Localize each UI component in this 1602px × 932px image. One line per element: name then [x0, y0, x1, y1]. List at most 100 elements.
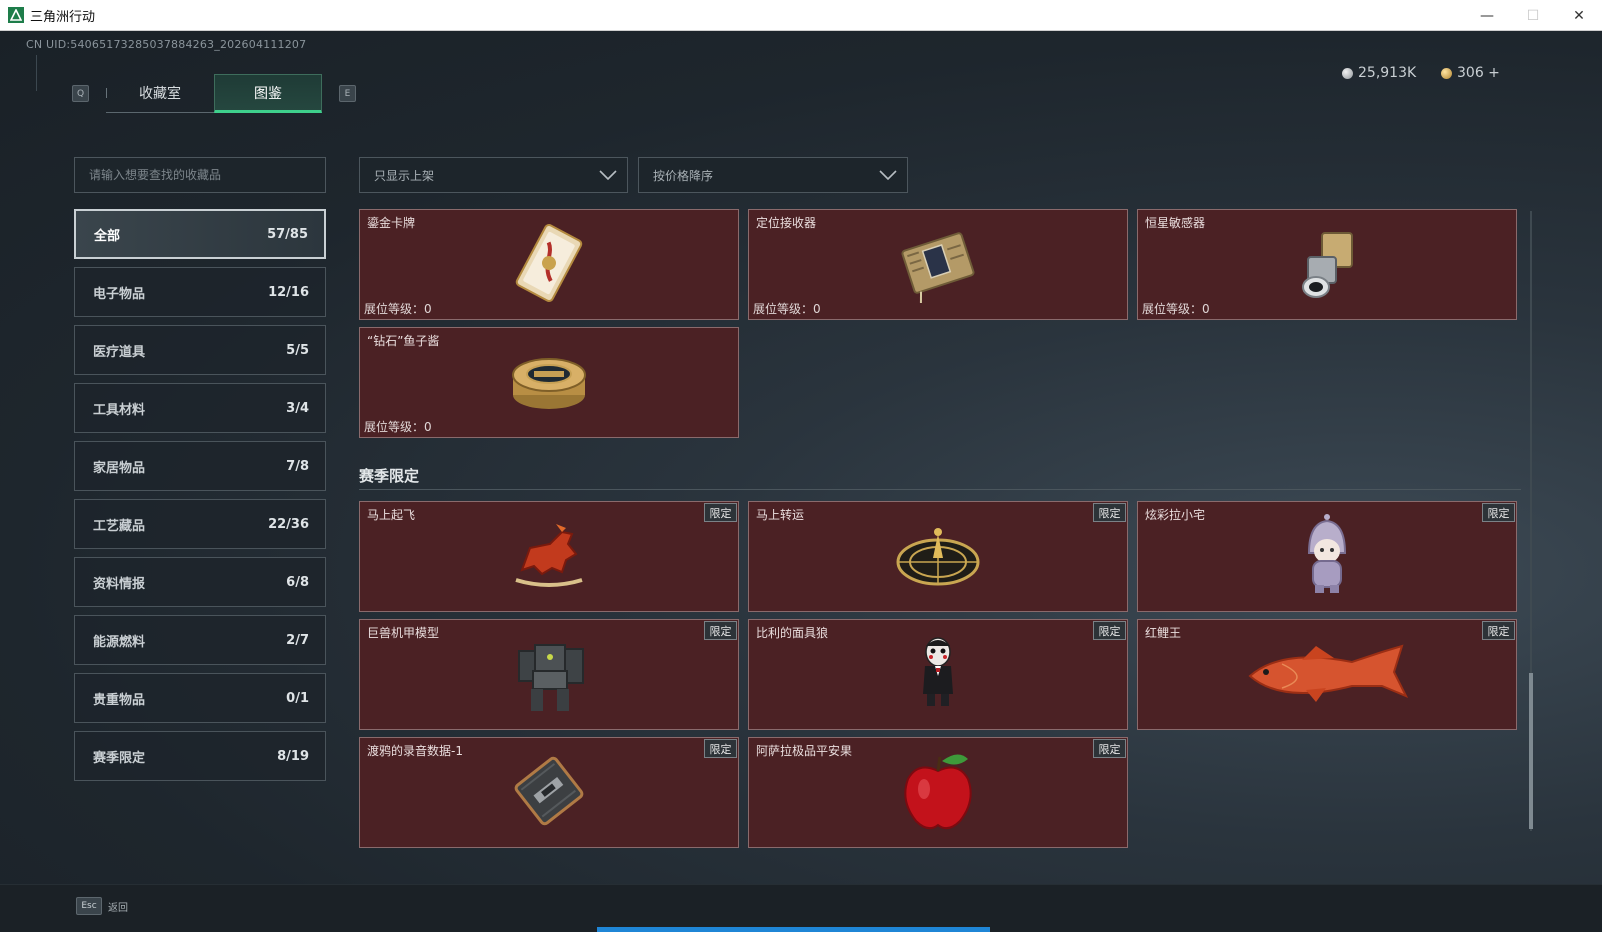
season-item-card[interactable]: 马上起飞 限定: [359, 501, 739, 612]
item-name: 恒星敏感器: [1145, 216, 1206, 230]
category-label: 医疗道具: [93, 344, 146, 360]
season-item-card[interactable]: 比利的面具狼 限定: [748, 619, 1128, 730]
tab-catalog[interactable]: 图鉴: [214, 74, 322, 113]
sort-dropdown[interactable]: 按价格降序: [638, 157, 908, 193]
close-button[interactable]: ✕: [1556, 0, 1602, 31]
section-title: 赛季限定: [359, 467, 420, 485]
item-name: 巨兽机甲模型: [367, 626, 440, 640]
limited-badge: 限定: [704, 503, 737, 522]
red-carp-icon: [1242, 638, 1412, 712]
silver-amount: 25,913K: [1358, 65, 1417, 81]
back-label: 返回: [108, 902, 128, 914]
item-card[interactable]: 定位接收器 展位等级：0: [748, 209, 1128, 320]
category-tools[interactable]: 工具材料 3/4: [74, 383, 326, 433]
item-level: 展位等级：0: [753, 302, 821, 316]
e-key-hint[interactable]: E: [339, 85, 356, 102]
bottom-progress-bar: [597, 927, 990, 932]
star-sensor-icon: [1282, 223, 1372, 307]
availability-dropdown[interactable]: 只显示上架: [359, 157, 628, 193]
season-item-card[interactable]: 马上转运 限定: [748, 501, 1128, 612]
item-name: 定位接收器: [756, 216, 817, 230]
data-drive-icon: [504, 751, 594, 835]
tab-bar: 收藏室 图鉴: [106, 74, 322, 113]
category-label: 资料情报: [93, 576, 146, 592]
category-intel[interactable]: 资料情报 6/8: [74, 557, 326, 607]
game-stage: CN UID:5406517328503788426​3_2026041112​…: [0, 31, 1602, 932]
item-level: 展位等级：0: [1142, 302, 1210, 316]
esc-key-hint: Esc: [76, 897, 102, 915]
category-electronics[interactable]: 电子物品 12/16: [74, 267, 326, 317]
tab-collection-room[interactable]: 收藏室: [106, 74, 214, 113]
season-item-card[interactable]: 渡鸦的录音数据-1 限定: [359, 737, 739, 848]
item-card[interactable]: “钻石”鱼子酱 展位等级：0: [359, 327, 739, 438]
category-fuel[interactable]: 能源燃料 2/7: [74, 615, 326, 665]
season-item-card[interactable]: 炫彩拉小宅 限定: [1137, 501, 1517, 612]
gold-card-icon: [504, 223, 594, 307]
decoration-line: [36, 55, 44, 91]
item-name: 渡鸦的录音数据-1: [367, 744, 463, 758]
category-medical[interactable]: 医疗道具 5/5: [74, 325, 326, 375]
q-key-hint[interactable]: Q: [72, 85, 89, 102]
category-count: 8/19: [277, 748, 309, 764]
limited-badge: 限定: [1093, 621, 1126, 640]
limited-badge: 限定: [1093, 739, 1126, 758]
minimize-button[interactable]: —: [1464, 0, 1510, 31]
category-label: 家居物品: [93, 460, 146, 476]
uid-text: CN UID:5406517328503788426​3_2026041112​…: [26, 38, 307, 51]
category-label: 工艺藏品: [93, 518, 146, 534]
category-household[interactable]: 家居物品 7/8: [74, 441, 326, 491]
category-valuables[interactable]: 贵重物品 0/1: [74, 673, 326, 723]
search-input[interactable]: [89, 168, 325, 182]
app-logo-icon: [8, 7, 24, 23]
category-label: 电子物品: [93, 286, 146, 302]
item-card[interactable]: 鎏金卡牌 展位等级：0: [359, 209, 739, 320]
fortune-wheel-icon: [893, 520, 983, 594]
limited-badge: 限定: [1482, 621, 1515, 640]
category-season[interactable]: 赛季限定 8/19: [74, 731, 326, 781]
hooded-doll-icon: [1297, 513, 1357, 601]
item-name: “钻石”鱼子酱: [367, 334, 440, 348]
chevron-down-icon: [599, 170, 617, 180]
limited-badge: 限定: [704, 621, 737, 640]
category-count: 2/7: [286, 632, 309, 648]
search-box[interactable]: [74, 157, 326, 193]
window-title: 三角洲行动: [30, 9, 96, 25]
season-item-card[interactable]: 阿萨拉极品平安果 限定: [748, 737, 1128, 848]
category-count: 12/16: [268, 284, 309, 300]
season-item-card[interactable]: 巨兽机甲模型 限定: [359, 619, 739, 730]
category-count: 6/8: [286, 574, 309, 590]
scrollbar-thumb[interactable]: [1529, 673, 1533, 829]
limited-badge: 限定: [1482, 503, 1515, 522]
season-item-card[interactable]: 红鲤王 限定: [1137, 619, 1517, 730]
silver-currency[interactable]: 25,913K: [1342, 65, 1416, 81]
gold-amount: 306 +: [1457, 65, 1500, 81]
item-level: 展位等级：0: [364, 420, 432, 434]
availability-value: 只显示上架: [374, 168, 435, 183]
chevron-down-icon: [879, 170, 897, 180]
category-label: 全部: [94, 228, 121, 244]
category-count: 7/8: [286, 458, 309, 474]
category-all[interactable]: 全部 57/85: [74, 209, 326, 259]
footer-bar: Esc 返回: [0, 884, 1602, 932]
category-crafts[interactable]: 工艺藏品 22/36: [74, 499, 326, 549]
silver-coin-icon: [1342, 67, 1353, 79]
category-count: 5/5: [286, 342, 309, 358]
sort-value: 按价格降序: [653, 168, 714, 183]
category-count: 3/4: [286, 400, 309, 416]
window-titlebar: 三角洲行动 — ☐ ✕: [0, 0, 1602, 31]
category-count: 57/85: [267, 226, 308, 242]
item-name: 炫彩拉小宅: [1145, 508, 1206, 522]
item-name: 马上转运: [756, 508, 805, 522]
limited-badge: 限定: [704, 739, 737, 758]
item-card[interactable]: 恒星敏感器 展位等级：0: [1137, 209, 1517, 320]
category-label: 贵重物品: [93, 692, 146, 708]
gold-coin-icon: [1441, 67, 1452, 79]
item-name: 比利的面具狼: [756, 626, 829, 640]
back-button[interactable]: Esc 返回: [76, 897, 128, 915]
maximize-button[interactable]: ☐: [1510, 0, 1556, 31]
category-label: 能源燃料: [93, 634, 146, 650]
category-count: 0/1: [286, 690, 309, 706]
red-apple-icon: [898, 749, 978, 837]
category-count: 22/36: [268, 516, 309, 532]
gold-currency[interactable]: 306 +: [1441, 65, 1500, 81]
